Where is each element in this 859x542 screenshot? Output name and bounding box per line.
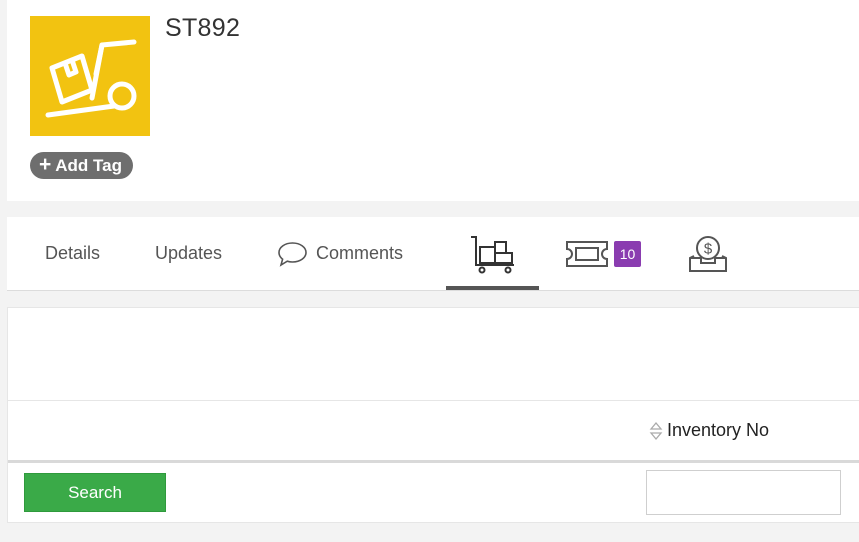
record-header: ST892 + Add Tag bbox=[7, 0, 859, 201]
tab-updates[interactable]: Updates bbox=[155, 217, 222, 290]
record-logo bbox=[30, 16, 150, 136]
tab-details[interactable]: Details bbox=[45, 217, 100, 290]
tab-comments[interactable]: Comments bbox=[277, 217, 403, 290]
column-header-label: Inventory No bbox=[667, 420, 770, 440]
tab-comments-label: Comments bbox=[316, 243, 404, 263]
column-header-inventory-no[interactable]: Inventory No bbox=[649, 420, 769, 441]
record-title: ST892 bbox=[165, 14, 241, 42]
active-tab-indicator bbox=[446, 286, 539, 290]
tab-tickets[interactable]: 10 bbox=[564, 217, 641, 290]
tab-details-label: Details bbox=[45, 243, 101, 263]
header-rule bbox=[8, 460, 859, 463]
tab-updates-label: Updates bbox=[155, 243, 223, 263]
ticket-icon bbox=[566, 240, 608, 267]
panel-divider bbox=[8, 400, 859, 401]
plus-icon: + bbox=[39, 153, 52, 176]
tab-inventory-cart[interactable] bbox=[446, 217, 539, 290]
hand-truck-icon bbox=[45, 39, 137, 118]
search-button[interactable]: Search bbox=[24, 473, 166, 512]
cart-icon bbox=[470, 235, 514, 273]
comment-bubble-icon bbox=[278, 241, 307, 267]
sort-icon bbox=[649, 421, 663, 440]
svg-text:$: $ bbox=[704, 240, 713, 257]
inventory-no-filter-input[interactable] bbox=[646, 470, 841, 515]
inventory-panel: Inventory No Search bbox=[7, 307, 859, 523]
add-tag-label: Add Tag bbox=[55, 155, 122, 175]
money-tray-icon: $ bbox=[689, 235, 727, 272]
add-tag-button[interactable]: + Add Tag bbox=[30, 152, 133, 179]
tickets-count-badge: 10 bbox=[614, 240, 641, 267]
tab-billing[interactable]: $ bbox=[687, 217, 729, 290]
tab-bar: Details Updates Comments 10 $ bbox=[7, 217, 859, 291]
